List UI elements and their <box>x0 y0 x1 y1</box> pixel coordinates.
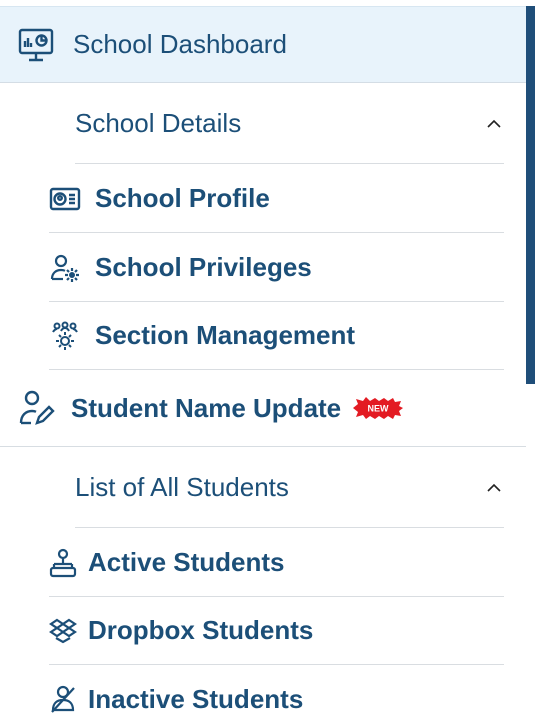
nav-group-label-list-of-all-students: List of All Students <box>75 472 289 502</box>
dropbox-icon <box>49 617 77 645</box>
nav-item-dropbox-students[interactable]: Dropbox Students <box>49 597 504 665</box>
chevron-up-icon[interactable] <box>486 116 502 132</box>
user-inactive-icon <box>49 684 77 714</box>
nav-label-student-name-update: Student Name Update <box>71 392 342 423</box>
nav-label-school-privileges: School Privileges <box>95 252 312 282</box>
dashboard-monitor-icon <box>17 25 57 65</box>
nav-label-inactive-students: Inactive Students <box>88 683 304 714</box>
badge-label: NEW <box>368 404 390 414</box>
nav-label-section-management: Section Management <box>95 320 356 350</box>
nav-group-school-details[interactable]: School Details <box>75 84 504 164</box>
user-settings-icon <box>49 252 81 284</box>
nav-item-inactive-students[interactable]: Inactive Students <box>49 665 504 717</box>
app-root: School Dashboard School Details School P… <box>0 0 535 717</box>
student-hierarchy-icon <box>49 548 77 578</box>
user-edit-icon <box>19 389 55 427</box>
team-gear-icon <box>49 320 81 352</box>
chevron-up-icon[interactable] <box>486 480 502 496</box>
nav-group-label-school-details: School Details <box>75 108 242 138</box>
nav-item-active-students[interactable]: Active Students <box>49 529 504 597</box>
nav-label-dropbox-students: Dropbox Students <box>88 615 314 645</box>
nav-label-school-profile: School Profile <box>95 183 270 213</box>
nav-label-active-students: Active Students <box>88 547 285 577</box>
sidebar-nav: School Dashboard School Details School P… <box>0 0 526 717</box>
nav-item-student-name-update[interactable]: Student Name Update NEW <box>0 370 526 447</box>
id-card-icon <box>49 183 81 215</box>
nav-item-school-dashboard[interactable]: School Dashboard <box>0 6 526 83</box>
nav-item-school-privileges[interactable]: School Privileges <box>49 234 504 302</box>
sidebar-scrollbar[interactable] <box>526 6 535 384</box>
nav-item-school-profile[interactable]: School Profile <box>49 165 504 233</box>
new-badge: NEW <box>353 397 404 419</box>
nav-label-school-dashboard: School Dashboard <box>73 29 287 59</box>
nav-item-section-management[interactable]: Section Management <box>49 302 504 370</box>
nav-group-list-of-all-students[interactable]: List of All Students <box>75 448 504 528</box>
